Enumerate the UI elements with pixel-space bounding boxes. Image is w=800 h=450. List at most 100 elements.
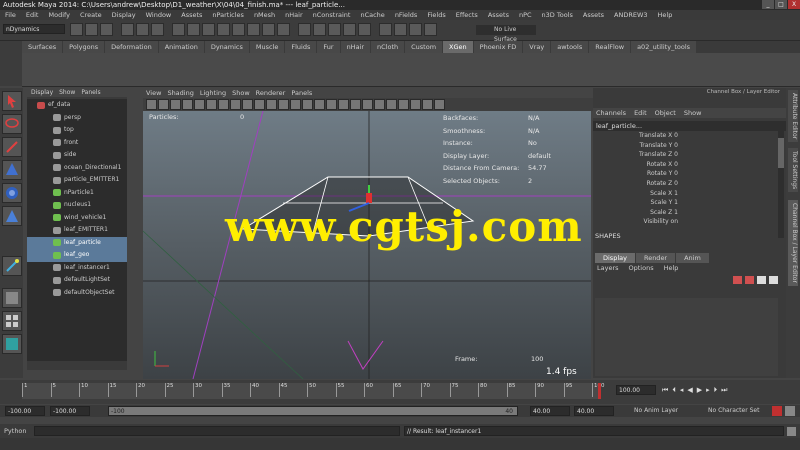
outliner-menu-show[interactable]: Show [59, 88, 75, 97]
menu-nfields[interactable]: nFields [390, 10, 423, 20]
time-slider-playhead[interactable] [598, 383, 601, 399]
menu-npc[interactable]: nPC [514, 10, 537, 20]
wireframe-on-shaded-icon[interactable] [302, 99, 313, 110]
menu-assets-3[interactable]: Assets [578, 10, 609, 20]
shelf-tab-ncloth[interactable]: nCloth [371, 41, 405, 53]
backface-culling-icon[interactable] [434, 99, 445, 110]
viewport-menu-renderer[interactable]: Renderer [256, 88, 286, 98]
shelf-tab-animation[interactable]: Animation [158, 41, 204, 53]
render-settings-icon[interactable] [424, 23, 437, 36]
new-layer-selected-icon[interactable] [745, 275, 754, 284]
safe-action-icon[interactable] [254, 99, 265, 110]
select-object-icon[interactable] [136, 23, 149, 36]
channel-attribute[interactable]: Scale Z 1 [593, 208, 786, 218]
menu-window[interactable]: Window [141, 10, 177, 20]
smooth-shade-icon[interactable] [290, 99, 301, 110]
wireframe-icon[interactable] [278, 99, 289, 110]
outliner-item[interactable]: side [27, 149, 127, 162]
channel-box-object-name[interactable]: leaf_particle... [593, 121, 786, 131]
channel-attribute[interactable]: Scale Y 1 [593, 198, 786, 208]
shadows-icon[interactable] [338, 99, 349, 110]
outliner-menu-panels[interactable]: Panels [81, 88, 100, 97]
menu-help[interactable]: Help [653, 10, 678, 20]
current-frame-field[interactable]: 100.00 [616, 385, 656, 395]
menu-create[interactable]: Create [75, 10, 107, 20]
select-joints-icon[interactable] [202, 23, 215, 36]
channel-attribute[interactable]: Rotate Z 0 [593, 179, 786, 189]
menu-file[interactable]: File [0, 10, 21, 20]
select-surfaces-icon[interactable] [232, 23, 245, 36]
menu-assets-2[interactable]: Assets [483, 10, 514, 20]
outliner-item[interactable]: ocean_Directional1 [27, 162, 127, 175]
shelf-tab-xgen[interactable]: XGen [443, 41, 473, 53]
camera-select-icon[interactable] [146, 99, 157, 110]
shelf-tab-utility-tools[interactable]: a02_utility_tools [631, 41, 697, 53]
xray-joints-icon[interactable] [422, 99, 433, 110]
pick-mask-icon[interactable] [172, 23, 185, 36]
select-curves-icon[interactable] [217, 23, 230, 36]
scale-tool-icon[interactable] [2, 206, 22, 226]
time-slider[interactable]: 1 5 10 15 20 25 30 35 40 45 50 55 60 65 70 75 80 85 90 95 10… [0, 380, 800, 404]
viewport-menu-panels[interactable]: Panels [291, 88, 312, 98]
channel-attribute[interactable]: Translate X 0 [593, 131, 786, 141]
select-component-icon[interactable] [151, 23, 164, 36]
shelf-tab-realflow[interactable]: RealFlow [589, 41, 631, 53]
channel-menu-object[interactable]: Object [655, 108, 676, 118]
depth-of-field-icon[interactable] [386, 99, 397, 110]
xray-icon[interactable] [410, 99, 421, 110]
single-perspective-layout-icon[interactable] [2, 288, 22, 308]
move-tool-icon[interactable] [2, 160, 22, 180]
channel-attribute[interactable]: Rotate Y 0 [593, 169, 786, 179]
menu-fields[interactable]: Fields [422, 10, 450, 20]
menu-assets[interactable]: Assets [176, 10, 207, 20]
channel-attribute[interactable]: Scale X 1 [593, 189, 786, 199]
paint-select-tool-icon[interactable] [2, 137, 22, 157]
select-hierarchy-icon[interactable] [121, 23, 134, 36]
script-editor-icon[interactable] [787, 427, 796, 436]
lasso-tool-icon[interactable] [2, 114, 22, 134]
outliner-item[interactable]: nParticle1 [27, 187, 127, 200]
shelf-tab-dynamics[interactable]: Dynamics [204, 41, 249, 53]
move-layer-up-icon[interactable] [757, 275, 766, 284]
new-layer-icon[interactable] [733, 275, 742, 284]
camera-attributes-icon[interactable] [158, 99, 169, 110]
viewport-menu-shading[interactable]: Shading [167, 88, 193, 98]
animation-start-field[interactable]: -100.00 [5, 406, 45, 416]
new-scene-icon[interactable] [70, 23, 83, 36]
step-forward-key-icon[interactable]: ▸ [706, 386, 710, 395]
ipr-render-icon[interactable] [409, 23, 422, 36]
menu-ncache[interactable]: nCache [355, 10, 389, 20]
motion-blur-icon[interactable] [362, 99, 373, 110]
save-scene-icon[interactable] [100, 23, 113, 36]
outliner-item[interactable]: persp [27, 112, 127, 125]
viewport-menu-lighting[interactable]: Lighting [200, 88, 226, 98]
preferences-icon[interactable] [785, 406, 795, 416]
command-language-label[interactable]: Python [4, 426, 27, 436]
shelf-tab-custom[interactable]: Custom [405, 41, 443, 53]
film-gate-icon[interactable] [206, 99, 217, 110]
shelf-tab-deformation[interactable]: Deformation [105, 41, 158, 53]
safe-title-icon[interactable] [266, 99, 277, 110]
shelf-tab-muscle[interactable]: Muscle [249, 41, 285, 53]
make-live-icon[interactable] [358, 23, 371, 36]
shelf-tab-surfaces[interactable]: Surfaces [22, 41, 63, 53]
isolate-select-icon[interactable] [398, 99, 409, 110]
channel-menu-show[interactable]: Show [684, 108, 702, 118]
move-layer-down-icon[interactable] [769, 275, 778, 284]
layer-menu-help[interactable]: Help [664, 263, 679, 273]
layer-tab-display[interactable]: Display [595, 252, 635, 263]
layer-menu-options[interactable]: Options [629, 263, 654, 273]
snap-curve-icon[interactable] [313, 23, 326, 36]
menu-nconstraint[interactable]: nConstraint [308, 10, 356, 20]
select-dynamics-icon[interactable] [262, 23, 275, 36]
select-handles-icon[interactable] [187, 23, 200, 36]
render-frame-icon[interactable] [394, 23, 407, 36]
step-back-key-icon[interactable]: ◂ [680, 386, 684, 395]
select-tool-icon[interactable] [2, 91, 22, 111]
outliner-item[interactable]: leaf_geo [27, 249, 127, 262]
outliner-item[interactable]: front [27, 137, 127, 150]
outliner-item[interactable]: ef_data [27, 99, 127, 112]
command-input[interactable] [34, 426, 400, 436]
anim-layer-dropdown[interactable]: No Anim Layer [634, 406, 678, 416]
shelf-tab-awtools[interactable]: awtools [551, 41, 589, 53]
